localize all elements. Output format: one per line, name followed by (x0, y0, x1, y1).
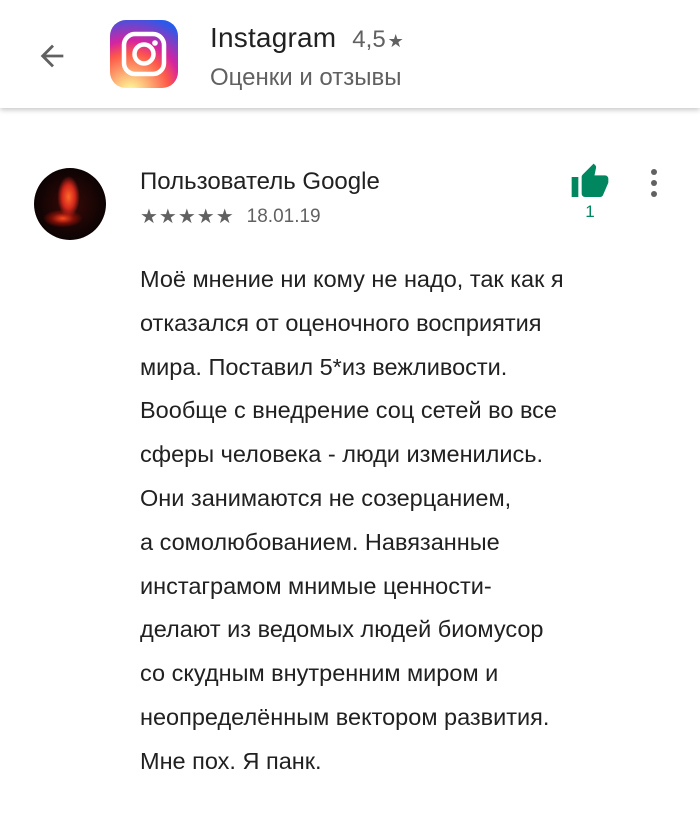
app-title: Instagram (210, 22, 337, 53)
review-author: Пользователь Google (140, 168, 380, 195)
review-text-line: Они занимаются не созерцанием, (140, 484, 512, 511)
more-vert-icon-dot (651, 191, 657, 197)
review-text-line: а сомолюбованием. Навязанные (140, 528, 500, 555)
review-text-line: инстаграмом мнимые ценности- (140, 572, 492, 599)
review-text-line: Мне пох. Я панк. (140, 747, 322, 774)
review-text-line: Моё мнение ни кому не надо, так как я (140, 266, 564, 292)
review-meta: ★★★★★ 18.01.19 (140, 204, 321, 229)
app-bar: Instagram 4,5 ★ Оценки и отзывы (0, 0, 700, 108)
review-text-line: со скудным внутренним миром и (140, 660, 499, 687)
more-vert-icon (651, 169, 657, 175)
helpful-button[interactable] (570, 162, 610, 202)
app-title-row: Instagram 4,5 ★ (210, 22, 404, 54)
review-text-line: сферы человека - люди изменились. (140, 441, 544, 468)
arrow-back-icon (40, 44, 64, 68)
avatar (34, 168, 106, 240)
more-vert-icon-dot (651, 180, 657, 186)
instagram-logo-icon[interactable] (110, 20, 178, 88)
review-text-line: неопределённым вектором развития. (140, 703, 550, 730)
page-subtitle: Оценки и отзывы (210, 64, 402, 91)
review-text-line: Вообще с внедрение соц сетей во все (140, 397, 557, 424)
review-text-line: делают из ведомых людей биомусор (140, 616, 544, 643)
more-options-button[interactable] (638, 162, 670, 204)
review-date: 18.01.19 (246, 205, 321, 227)
helpful-count: 1 (585, 202, 595, 221)
back-button[interactable] (30, 34, 74, 78)
rating-star-icon: ★ (387, 31, 404, 51)
camera-glyph (121, 31, 167, 77)
review-text-line: мира. Поставил 5*из вежливости. (140, 353, 508, 380)
review-stars: ★★★★★ (140, 206, 235, 228)
app-rating: 4,5 (352, 26, 386, 53)
review-text: Моё мнение ни кому не надо, так как я от… (140, 258, 670, 784)
thumb-up-icon (571, 163, 609, 197)
review-text-line: отказался от оценочного восприятия (140, 309, 542, 336)
